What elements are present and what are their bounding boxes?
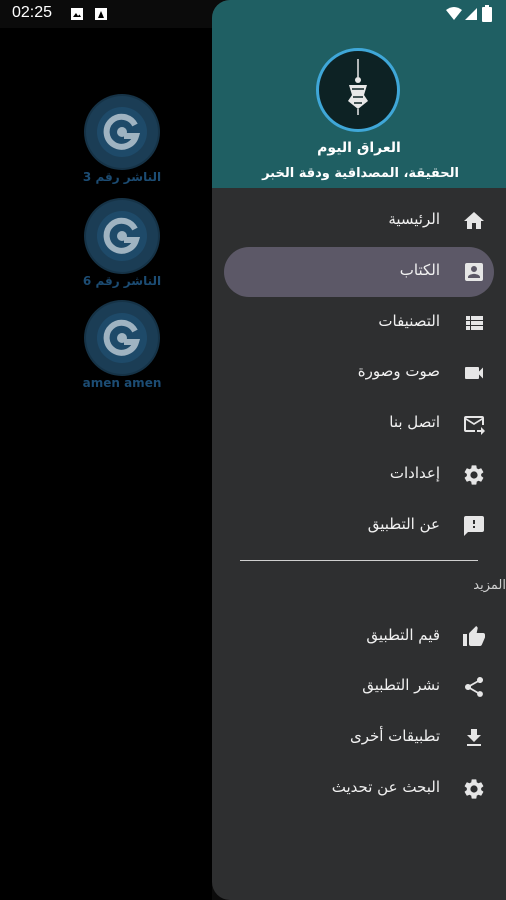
menu-item-media[interactable]: صوت وصورة bbox=[212, 348, 506, 398]
publishers-list: الناشر رقم 3 الناشر رقم 6 amen amen bbox=[0, 28, 212, 900]
menu-item-label: نشر التطبيق bbox=[362, 676, 440, 694]
status-time: 02:25 bbox=[12, 4, 53, 21]
menu-item-categories[interactable]: التصنيفات bbox=[212, 298, 506, 348]
share-icon bbox=[464, 676, 484, 697]
app-tagline: الحقيقة، المصداقية ودقة الخبر bbox=[262, 166, 459, 181]
publisher-logo bbox=[86, 96, 158, 168]
publisher-name: الناشر رقم 3 bbox=[82, 170, 162, 184]
download-icon bbox=[467, 729, 481, 746]
publisher-logo bbox=[86, 200, 158, 272]
menu-item-label: الرئيسية bbox=[388, 210, 440, 228]
navigation-drawer: العراق اليوم الحقيقة، المصداقية ودقة الخ… bbox=[212, 0, 506, 900]
menu-item-writers[interactable]: الكتاب bbox=[212, 247, 506, 297]
home-icon bbox=[464, 212, 484, 229]
menu-item-label: تطبيقات أخرى bbox=[349, 727, 440, 745]
battery-icon bbox=[482, 5, 492, 22]
settings-icon bbox=[464, 465, 484, 485]
menu-item-label: صوت وصورة bbox=[357, 362, 440, 380]
wifi-icon bbox=[446, 7, 462, 20]
menu-item-label: عن التطبيق bbox=[367, 515, 440, 533]
mail-send-icon bbox=[464, 416, 485, 435]
feedback-icon bbox=[464, 516, 484, 536]
image-notification-icon bbox=[71, 8, 83, 20]
menu-item-label: التصنيفات bbox=[378, 312, 440, 330]
publisher-name: amen amen bbox=[82, 376, 162, 390]
publisher-name: الناشر رقم 6 bbox=[82, 274, 162, 288]
menu-item-label: قيم التطبيق bbox=[366, 626, 440, 644]
list-icon bbox=[466, 316, 483, 330]
menu-item-contact[interactable]: اتصل بنا bbox=[212, 399, 506, 449]
account-box-icon bbox=[465, 263, 483, 281]
menu-item-rate-app[interactable]: قيم التطبيق bbox=[212, 612, 506, 662]
publisher-item[interactable]: الناشر رقم 3 bbox=[52, 96, 192, 184]
menu-item-label: الكتاب bbox=[399, 261, 440, 279]
publisher-item[interactable]: الناشر رقم 6 bbox=[52, 200, 192, 288]
drawer-header: العراق اليوم الحقيقة، المصداقية ودقة الخ… bbox=[212, 0, 506, 188]
menu-item-label: إعدادات bbox=[389, 464, 440, 482]
signal-icon bbox=[465, 8, 477, 20]
status-bar: 02:25 bbox=[0, 0, 506, 28]
menu-item-other-apps[interactable]: تطبيقات أخرى bbox=[212, 713, 506, 763]
publisher-logo bbox=[86, 302, 158, 374]
menu-item-check-update[interactable]: البحث عن تحديث bbox=[212, 764, 506, 814]
menu-divider bbox=[240, 560, 478, 561]
menu-item-share-app[interactable]: نشر التطبيق bbox=[212, 662, 506, 712]
lantern-icon bbox=[348, 59, 368, 115]
thumb-up-icon bbox=[463, 626, 485, 646]
menu-item-label: البحث عن تحديث bbox=[331, 778, 440, 796]
menu-item-home[interactable]: الرئيسية bbox=[212, 196, 506, 246]
menu-item-about[interactable]: عن التطبيق bbox=[212, 501, 506, 551]
app-title: العراق اليوم bbox=[317, 140, 401, 156]
section-title-more: المزيد bbox=[473, 578, 506, 593]
videocam-icon bbox=[465, 367, 483, 379]
selected-highlight bbox=[224, 247, 494, 297]
app-logo bbox=[316, 48, 400, 132]
menu-item-label: اتصل بنا bbox=[389, 413, 440, 431]
account-notification-icon bbox=[95, 8, 107, 20]
settings-icon bbox=[464, 779, 484, 799]
menu-item-settings[interactable]: إعدادات bbox=[212, 450, 506, 500]
publisher-item[interactable]: amen amen bbox=[52, 302, 192, 390]
